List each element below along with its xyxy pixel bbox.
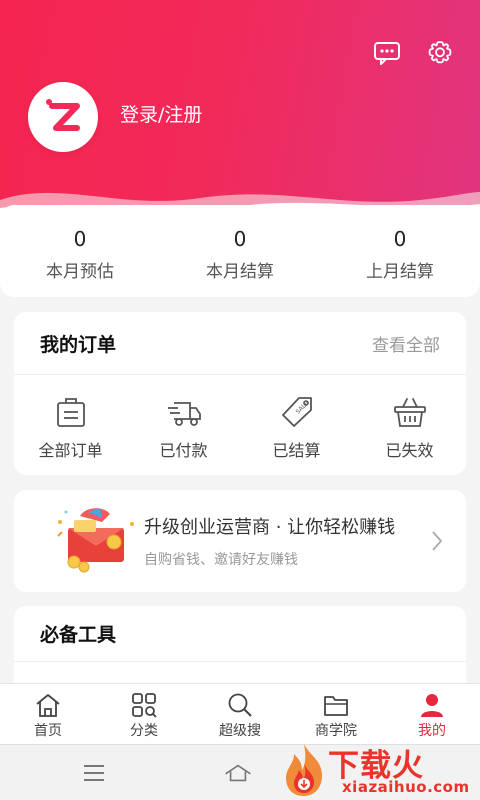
stat-value: 0 [393,227,407,251]
promo-text: 升级创业运营商 · 让你轻松赚钱 自购省钱、邀请好友赚钱 [144,513,422,569]
earnings-stats: 0 本月预估 0 本月结算 0 上月结算 [0,205,480,297]
app-logo-icon [46,99,80,131]
profile-header: 登录/注册 [0,0,480,230]
clipboard-icon [56,398,85,427]
home-nav-button[interactable] [224,759,252,787]
menu-button[interactable] [80,759,108,787]
watermark: 下载火 xiazaihuo.com [276,740,480,800]
view-all-orders-link[interactable]: 查看全部 [372,331,440,356]
delivery-truck-icon [167,402,201,426]
order-expired-button[interactable]: 已失效 [353,375,466,475]
order-all-button[interactable]: 全部订单 [14,375,127,475]
menu-icon [84,765,104,781]
order-paid-button[interactable]: 已付款 [127,375,240,475]
tab-label: 首页 [34,723,62,739]
order-item-label: 全部订单 [38,441,103,460]
stat-label: 上月结算 [366,262,434,282]
order-item-label: 已失效 [385,441,434,460]
home-icon [36,694,60,717]
tab-home[interactable]: 首页 [0,684,96,744]
tab-category[interactable]: 分类 [96,684,192,744]
tab-business-school[interactable]: 商学院 [288,684,384,744]
order-item-label: 已付款 [159,441,208,460]
order-item-label: 已结算 [272,441,321,460]
promo-subtitle: 自购省钱、邀请好友赚钱 [144,552,298,568]
stat-last-month-settled[interactable]: 0 上月结算 [320,205,480,297]
tab-label: 超级搜 [219,723,261,739]
avatar[interactable] [28,82,98,152]
order-settled-button[interactable]: SALE 已结算 [240,375,353,475]
stat-label: 本月预估 [46,262,114,282]
tab-label: 商学院 [315,723,357,739]
stat-value: 0 [73,227,87,251]
login-register-link[interactable]: 登录/注册 [120,100,202,127]
stat-label: 本月结算 [206,262,274,282]
orders-title: 我的订单 [40,333,117,356]
search-icon [228,693,252,717]
bottom-tab-bar: 首页 分类 超级搜 商学院 我的 [0,683,480,744]
basket-icon [393,398,426,427]
tab-label: 分类 [130,723,158,739]
message-button[interactable] [370,36,404,70]
chevron-right-icon [422,530,452,552]
orders-header: 我的订单 查看全部 [14,312,466,375]
tab-super-search[interactable]: 超级搜 [192,684,288,744]
home-nav-icon [225,764,251,782]
red-envelope-image [52,502,142,580]
tools-header: 必备工具 [14,606,466,662]
promo-title: 升级创业运营商 · 让你轻松赚钱 [144,517,396,538]
red-envelope-icon [57,508,134,573]
tools-title: 必备工具 [40,624,117,646]
user-icon [421,694,443,717]
chat-dots-icon [374,42,400,65]
stat-this-month-estimate[interactable]: 0 本月预估 [0,205,160,297]
tab-label: 我的 [418,723,446,739]
grid-icon [132,693,157,718]
order-status-row: 全部订单 已付款 SALE 已结算 已失效 [14,375,466,475]
upgrade-promo-banner[interactable]: 升级创业运营商 · 让你轻松赚钱 自购省钱、邀请好友赚钱 [14,490,466,592]
sale-tag-icon: SALE [281,397,312,427]
my-orders-card: 我的订单 查看全部 全部订单 已付款 SALE 已结算 已失效 [14,312,466,475]
settings-button[interactable] [423,36,457,70]
flame-logo-icon [286,744,322,796]
tab-mine[interactable]: 我的 [384,684,480,744]
watermark-en: xiazaihuo.com [342,778,470,796]
folder-icon [324,696,348,716]
gear-icon [428,41,452,64]
stat-value: 0 [233,227,247,251]
stat-this-month-settled[interactable]: 0 本月结算 [160,205,320,297]
